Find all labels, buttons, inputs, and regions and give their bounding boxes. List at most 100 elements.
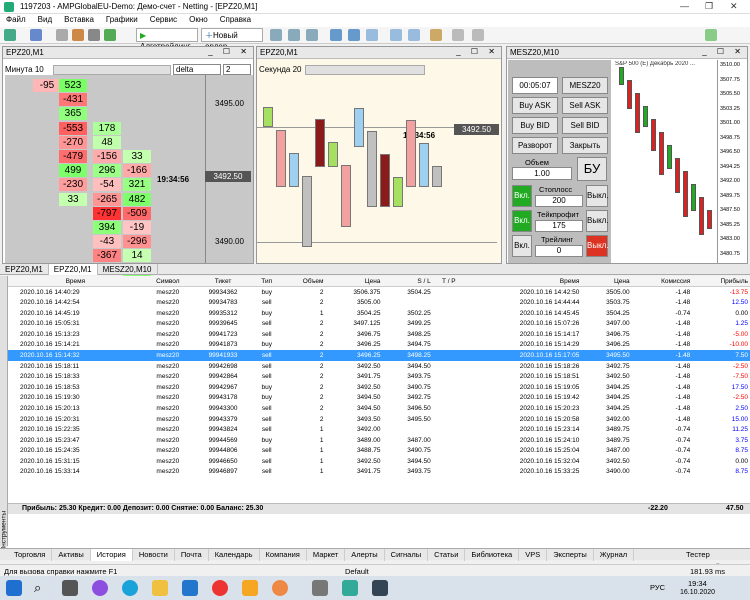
tp-off-toggle[interactable]: Выкл.: [586, 210, 609, 232]
task-view-icon[interactable]: [62, 580, 78, 596]
terminal-icon[interactable]: [88, 29, 100, 41]
column-header[interactable]: T / P: [432, 276, 465, 288]
column-header[interactable]: Цена: [325, 276, 383, 288]
store-icon[interactable]: [182, 580, 198, 596]
tab-signals[interactable]: Сигналы: [385, 549, 429, 561]
app-icon[interactable]: [242, 580, 258, 596]
mode-number[interactable]: 2: [223, 64, 251, 75]
reverse-button[interactable]: Разворот: [512, 137, 558, 154]
table-row[interactable]: 2020.10.16 15:22:35 mesz20 99943824 sell 1 34…: [8, 424, 750, 435]
trailing-input[interactable]: 0: [535, 245, 583, 257]
table-row[interactable]: 2020.10.16 15:18:11 mesz20 99942698 sell 2 34…: [8, 361, 750, 372]
column-header[interactable]: Символ: [142, 276, 193, 288]
calculator-icon[interactable]: [312, 580, 328, 596]
chart-tab-active[interactable]: EPZ20,M1: [48, 264, 98, 275]
tab-calendar[interactable]: Календарь: [209, 549, 260, 561]
table-row[interactable]: 2020.10.16 15:20:13 mesz20 99943300 sell 2 34…: [8, 403, 750, 414]
tab-experts[interactable]: Эксперты: [547, 549, 594, 561]
table-row[interactable]: 2020.10.16 15:31:15 mesz20 99946650 sell 1 34…: [8, 456, 750, 467]
table-row[interactable]: 2020.10.16 15:18:33 mesz20 99942864 sell 2 34…: [8, 371, 750, 382]
chart-window-3[interactable]: MESZ20,M10 _ ☐ ✕ 00:05:07 MESZ20 Buy ASK …: [506, 46, 748, 264]
minimize-icon[interactable]: —: [680, 1, 689, 11]
symbol-button[interactable]: MESZ20: [562, 77, 608, 94]
windows-start-icon[interactable]: [6, 580, 22, 596]
table-row[interactable]: 2020.10.16 14:45:19 mesz20 99935312 buy 1 350…: [8, 308, 750, 319]
trailing-on-toggle[interactable]: Вкл.: [512, 235, 532, 257]
algo-trading-button[interactable]: ▶ Алготрейдинг: [136, 28, 198, 51]
navigator-icon[interactable]: [72, 29, 84, 41]
table-row[interactable]: 2020.10.16 15:33:14 mesz20 99946897 sell 1 34…: [8, 467, 750, 478]
chart-tab[interactable]: EPZ20,M1: [0, 264, 49, 275]
sl-on-toggle[interactable]: Вкл.: [512, 185, 532, 207]
sl-off-toggle[interactable]: Выкл.: [586, 185, 609, 207]
chart-controls[interactable]: [53, 65, 171, 75]
menu-window[interactable]: Окно: [183, 14, 214, 25]
window-controls[interactable]: _ ☐ ✕: [702, 47, 745, 56]
autoscroll-icon[interactable]: [390, 29, 402, 41]
tab-market[interactable]: Маркет: [307, 549, 346, 561]
table-row[interactable]: 2020.10.16 15:23:47 mesz20 99944569 buy 1 348…: [8, 435, 750, 446]
chart-tab[interactable]: MESZ20,M10: [98, 264, 158, 275]
volume-input[interactable]: 1.00: [512, 167, 572, 180]
sell-bid-button[interactable]: Sell BID: [562, 117, 608, 134]
column-header[interactable]: Цена: [581, 276, 632, 288]
profiles-icon[interactable]: [30, 29, 42, 41]
line-chart-icon[interactable]: [306, 29, 318, 41]
tester-icon[interactable]: [104, 29, 116, 41]
zoom-in-icon[interactable]: [330, 29, 342, 41]
new-order-button[interactable]: ＋Новый ордер: [201, 28, 263, 51]
edge-icon[interactable]: [122, 580, 138, 596]
bar-chart-icon[interactable]: [270, 29, 282, 41]
menu-view[interactable]: Вид: [32, 14, 58, 25]
column-header[interactable]: Время: [464, 276, 582, 288]
yandex-icon[interactable]: [212, 580, 228, 596]
column-header[interactable]: Комиссия: [631, 276, 693, 288]
tab-history[interactable]: История: [90, 549, 133, 561]
periods-icon[interactable]: [452, 29, 464, 41]
column-header[interactable]: Время: [8, 276, 143, 288]
new-chart-icon[interactable]: [4, 29, 16, 41]
table-row[interactable]: 2020.10.16 15:19:30 mesz20 99943178 buy 2 349…: [8, 393, 750, 404]
tab-assets[interactable]: Активы: [52, 549, 91, 561]
templates-icon[interactable]: [472, 29, 484, 41]
close-position-button[interactable]: Закрыть: [562, 137, 608, 154]
language-indicator[interactable]: РУС: [650, 583, 665, 592]
table-row[interactable]: 2020.10.16 15:14:21 mesz20 99941873 buy 2 349…: [8, 340, 750, 351]
window-controls[interactable]: _ ☐ ✕: [456, 47, 499, 56]
close-icon[interactable]: ✕: [730, 1, 738, 12]
market-watch-icon[interactable]: [56, 29, 68, 41]
trailing-off-toggle[interactable]: Выкл.: [586, 235, 609, 257]
table-row[interactable]: 2020.10.16 15:05:31 mesz20 99939645 sell 2 34…: [8, 318, 750, 329]
table-row[interactable]: 2020.10.16 15:14:32 mesz20 99941933 sell 2 34…: [8, 350, 750, 361]
buy-bid-button[interactable]: Buy BID: [512, 117, 558, 134]
explorer-icon[interactable]: [152, 580, 168, 596]
tab-news[interactable]: Новости: [133, 549, 175, 561]
tp-on-toggle[interactable]: Вкл.: [512, 210, 532, 232]
tab-company[interactable]: Компания: [260, 549, 307, 561]
tab-articles[interactable]: Статьи: [428, 549, 466, 561]
sell-ask-button[interactable]: Sell ASK: [562, 97, 608, 114]
chart-window-1[interactable]: EPZ20,M1 _ ☐ ✕ Минута 10 delta 2 3495.00 …: [2, 46, 254, 277]
menu-tools[interactable]: Сервис: [144, 14, 183, 25]
column-header[interactable]: Прибыль: [692, 276, 750, 288]
table-row[interactable]: 2020.10.16 15:24:35 mesz20 99944806 sell 1 34…: [8, 446, 750, 457]
candle-chart-icon[interactable]: [288, 29, 300, 41]
indicators-icon[interactable]: [430, 29, 442, 41]
menu-charts[interactable]: Графики: [100, 14, 144, 25]
tab-vps[interactable]: VPS: [519, 549, 548, 561]
tab-library[interactable]: Библиотека: [465, 549, 520, 561]
app-icon[interactable]: [272, 580, 288, 596]
window-controls[interactable]: _ ☐ ✕: [208, 47, 251, 56]
column-header[interactable]: Тикет: [192, 276, 254, 288]
sl-input[interactable]: 200: [535, 195, 583, 207]
breakeven-button[interactable]: БУ: [577, 157, 607, 181]
column-header[interactable]: S / L: [382, 276, 433, 288]
mode-select[interactable]: delta: [173, 64, 221, 75]
menu-help[interactable]: Справка: [214, 14, 257, 25]
column-header[interactable]: Тип: [253, 276, 281, 288]
menu-insert[interactable]: Вставка: [58, 14, 100, 25]
chart-controls[interactable]: [305, 65, 425, 75]
table-row[interactable]: 2020.10.16 14:42:54 mesz20 99934783 sell 2 35…: [8, 297, 750, 308]
metatrader-icon[interactable]: [342, 580, 358, 596]
zoom-out-icon[interactable]: [348, 29, 360, 41]
